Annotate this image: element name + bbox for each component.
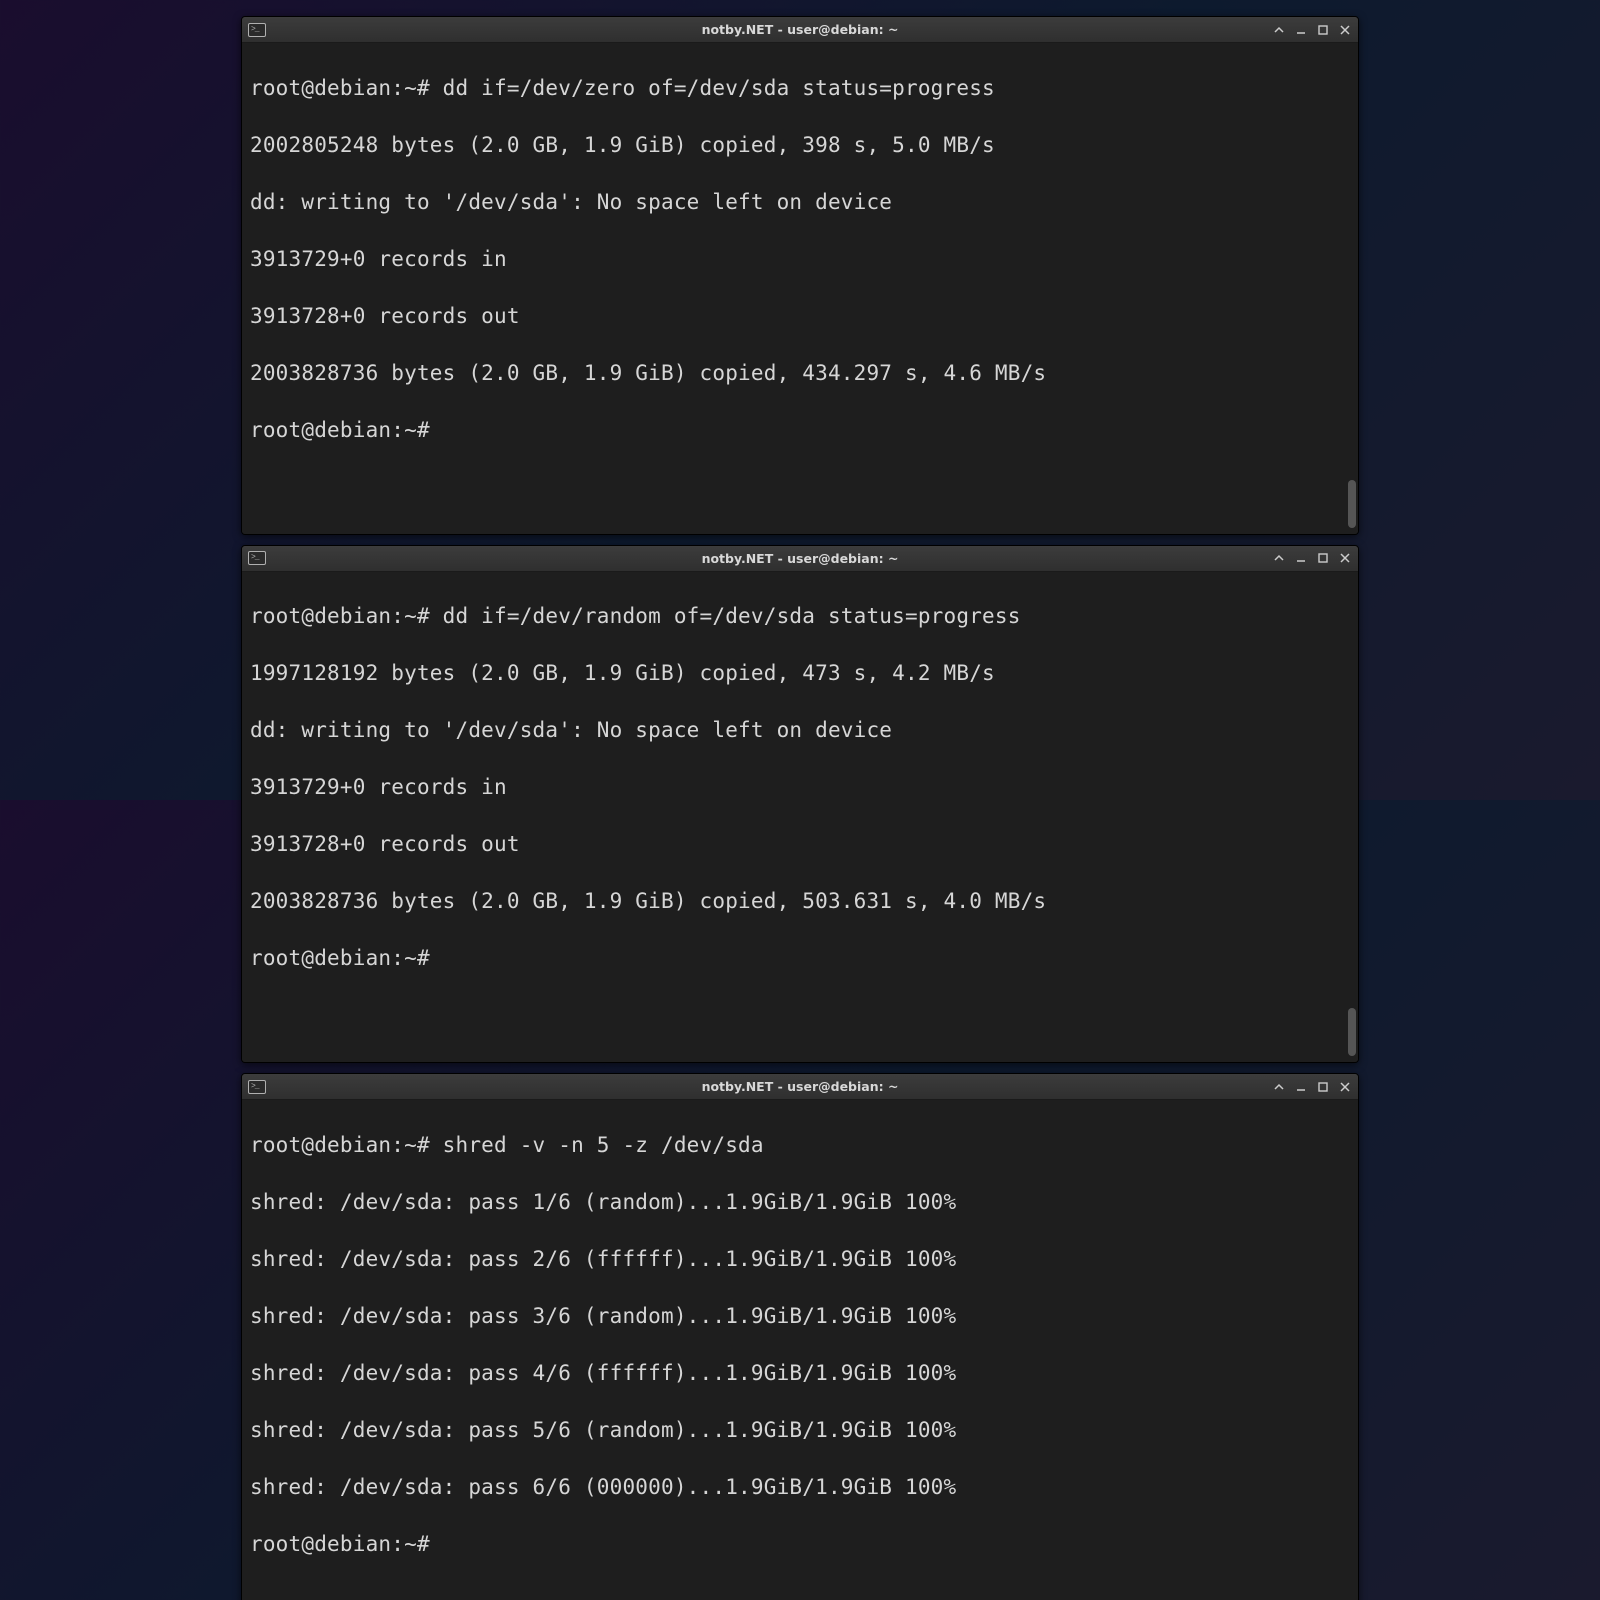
terminal-line: shred: /dev/sda: pass 1/6 (random)...1.9… — [250, 1188, 1350, 1217]
terminal-icon — [248, 551, 266, 565]
terminal-line: 2003828736 bytes (2.0 GB, 1.9 GiB) copie… — [250, 887, 1350, 916]
scrollbar-thumb[interactable] — [1348, 480, 1356, 528]
terminal-output[interactable]: root@debian:~# shred -v -n 5 -z /dev/sda… — [242, 1100, 1358, 1600]
terminal-line: shred: /dev/sda: pass 5/6 (random)...1.9… — [250, 1416, 1350, 1445]
terminal-line: 3913729+0 records in — [250, 245, 1350, 274]
maximize-button[interactable] — [1316, 551, 1330, 565]
close-button[interactable] — [1338, 23, 1352, 37]
window-controls — [1272, 551, 1352, 565]
close-button[interactable] — [1338, 1080, 1352, 1094]
terminal-line: root@debian:~# dd if=/dev/random of=/dev… — [250, 602, 1350, 631]
rollup-button[interactable] — [1272, 551, 1286, 565]
maximize-button[interactable] — [1316, 23, 1330, 37]
terminal-line: root@debian:~# dd if=/dev/zero of=/dev/s… — [250, 74, 1350, 103]
terminal-line: 3913729+0 records in — [250, 773, 1350, 802]
minimize-button[interactable] — [1294, 23, 1308, 37]
terminal-icon — [248, 23, 266, 37]
minimize-button[interactable] — [1294, 551, 1308, 565]
maximize-button[interactable] — [1316, 1080, 1330, 1094]
terminal-line: 3913728+0 records out — [250, 830, 1350, 859]
terminal-output[interactable]: root@debian:~# dd if=/dev/zero of=/dev/s… — [242, 43, 1358, 534]
terminal-window-2: notby.NET - user@debian: ~ root@debian:~… — [241, 545, 1359, 1064]
window-controls — [1272, 23, 1352, 37]
titlebar[interactable]: notby.NET - user@debian: ~ — [242, 546, 1358, 572]
titlebar[interactable]: notby.NET - user@debian: ~ — [242, 1074, 1358, 1100]
window-controls — [1272, 1080, 1352, 1094]
terminal-line: shred: /dev/sda: pass 6/6 (000000)...1.9… — [250, 1473, 1350, 1502]
terminal-line: shred: /dev/sda: pass 2/6 (ffffff)...1.9… — [250, 1245, 1350, 1274]
rollup-button[interactable] — [1272, 1080, 1286, 1094]
titlebar[interactable]: notby.NET - user@debian: ~ — [242, 17, 1358, 43]
terminal-output[interactable]: root@debian:~# dd if=/dev/random of=/dev… — [242, 572, 1358, 1063]
terminal-window-3: notby.NET - user@debian: ~ root@debian:~… — [241, 1073, 1359, 1600]
terminal-line: 1997128192 bytes (2.0 GB, 1.9 GiB) copie… — [250, 659, 1350, 688]
terminal-window-1: notby.NET - user@debian: ~ root@debian:~… — [241, 16, 1359, 535]
terminal-line: 3913728+0 records out — [250, 302, 1350, 331]
terminal-line: 2003828736 bytes (2.0 GB, 1.9 GiB) copie… — [250, 359, 1350, 388]
terminal-line: dd: writing to '/dev/sda': No space left… — [250, 716, 1350, 745]
terminal-line: root@debian:~# — [250, 944, 1350, 973]
terminal-line: 2002805248 bytes (2.0 GB, 1.9 GiB) copie… — [250, 131, 1350, 160]
terminal-line: root@debian:~# shred -v -n 5 -z /dev/sda — [250, 1131, 1350, 1160]
minimize-button[interactable] — [1294, 1080, 1308, 1094]
window-title: notby.NET - user@debian: ~ — [242, 22, 1358, 37]
terminal-line: shred: /dev/sda: pass 3/6 (random)...1.9… — [250, 1302, 1350, 1331]
window-title: notby.NET - user@debian: ~ — [242, 1079, 1358, 1094]
rollup-button[interactable] — [1272, 23, 1286, 37]
scrollbar-thumb[interactable] — [1348, 1008, 1356, 1056]
terminal-icon — [248, 1080, 266, 1094]
terminal-line: dd: writing to '/dev/sda': No space left… — [250, 188, 1350, 217]
terminal-line: shred: /dev/sda: pass 4/6 (ffffff)...1.9… — [250, 1359, 1350, 1388]
terminal-line: root@debian:~# — [250, 416, 1350, 445]
close-button[interactable] — [1338, 551, 1352, 565]
window-title: notby.NET - user@debian: ~ — [242, 551, 1358, 566]
terminal-line: root@debian:~# — [250, 1530, 1350, 1559]
